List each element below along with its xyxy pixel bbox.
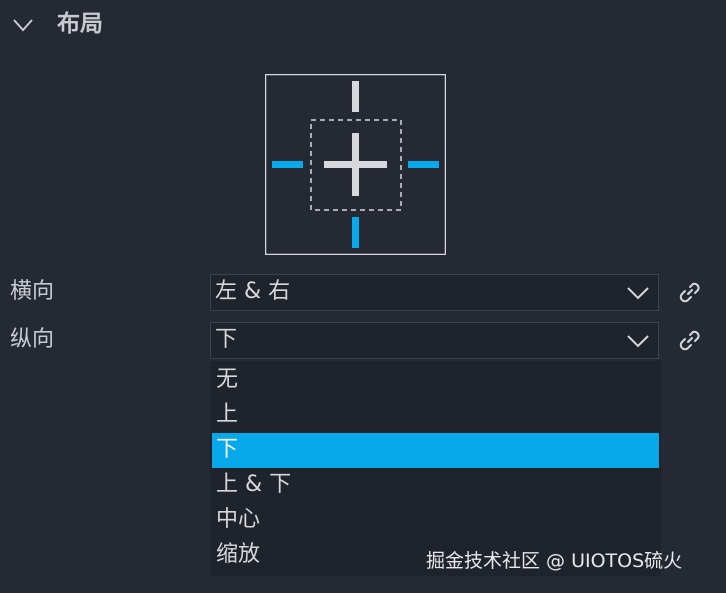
dropdown-option-label: 下 — [216, 437, 239, 462]
anchor-top-icon[interactable] — [352, 81, 359, 112]
dropdown-option-top-bottom[interactable]: 上 & 下 — [212, 468, 659, 503]
dropdown-option-label: 缩放 — [216, 542, 261, 567]
anchor-bottom-icon[interactable] — [352, 217, 359, 248]
dropdown-option-bottom[interactable]: 下 — [212, 433, 659, 468]
section-title: 布局 — [57, 11, 103, 37]
dropdown-option-label: 上 & 下 — [216, 472, 292, 497]
vertical-dropdown-menu: 无 上 下 上 & 下 中心 缩放 — [210, 361, 661, 576]
anchor-right-icon[interactable] — [408, 161, 439, 168]
dropdown-option-top[interactable]: 上 — [212, 398, 659, 433]
link-icon[interactable] — [676, 278, 704, 306]
horizontal-select-value: 左 & 右 — [215, 279, 291, 304]
vertical-select-value: 下 — [215, 327, 238, 352]
link-icon[interactable] — [676, 326, 704, 354]
dropdown-option-label: 中心 — [216, 507, 261, 532]
chevron-down-icon — [627, 287, 649, 300]
horizontal-label: 横向 — [10, 279, 55, 304]
vertical-select[interactable]: 下 — [210, 322, 659, 359]
chevron-down-icon[interactable] — [12, 14, 34, 36]
move-cross-icon[interactable] — [324, 133, 387, 196]
section-header-layout[interactable]: 布局 — [0, 0, 726, 50]
chevron-down-icon — [627, 335, 649, 348]
anchor-left-icon[interactable] — [272, 161, 303, 168]
horizontal-select[interactable]: 左 & 右 — [210, 274, 659, 311]
vertical-label: 纵向 — [10, 327, 55, 352]
dropdown-option-label: 无 — [216, 367, 239, 392]
anchor-widget[interactable] — [265, 74, 446, 255]
watermark-text: 掘金技术社区 @ UIOTOS硫火 — [426, 550, 683, 572]
dropdown-option-none[interactable]: 无 — [212, 363, 659, 398]
dropdown-option-label: 上 — [216, 402, 239, 427]
dropdown-option-center[interactable]: 中心 — [212, 503, 659, 538]
